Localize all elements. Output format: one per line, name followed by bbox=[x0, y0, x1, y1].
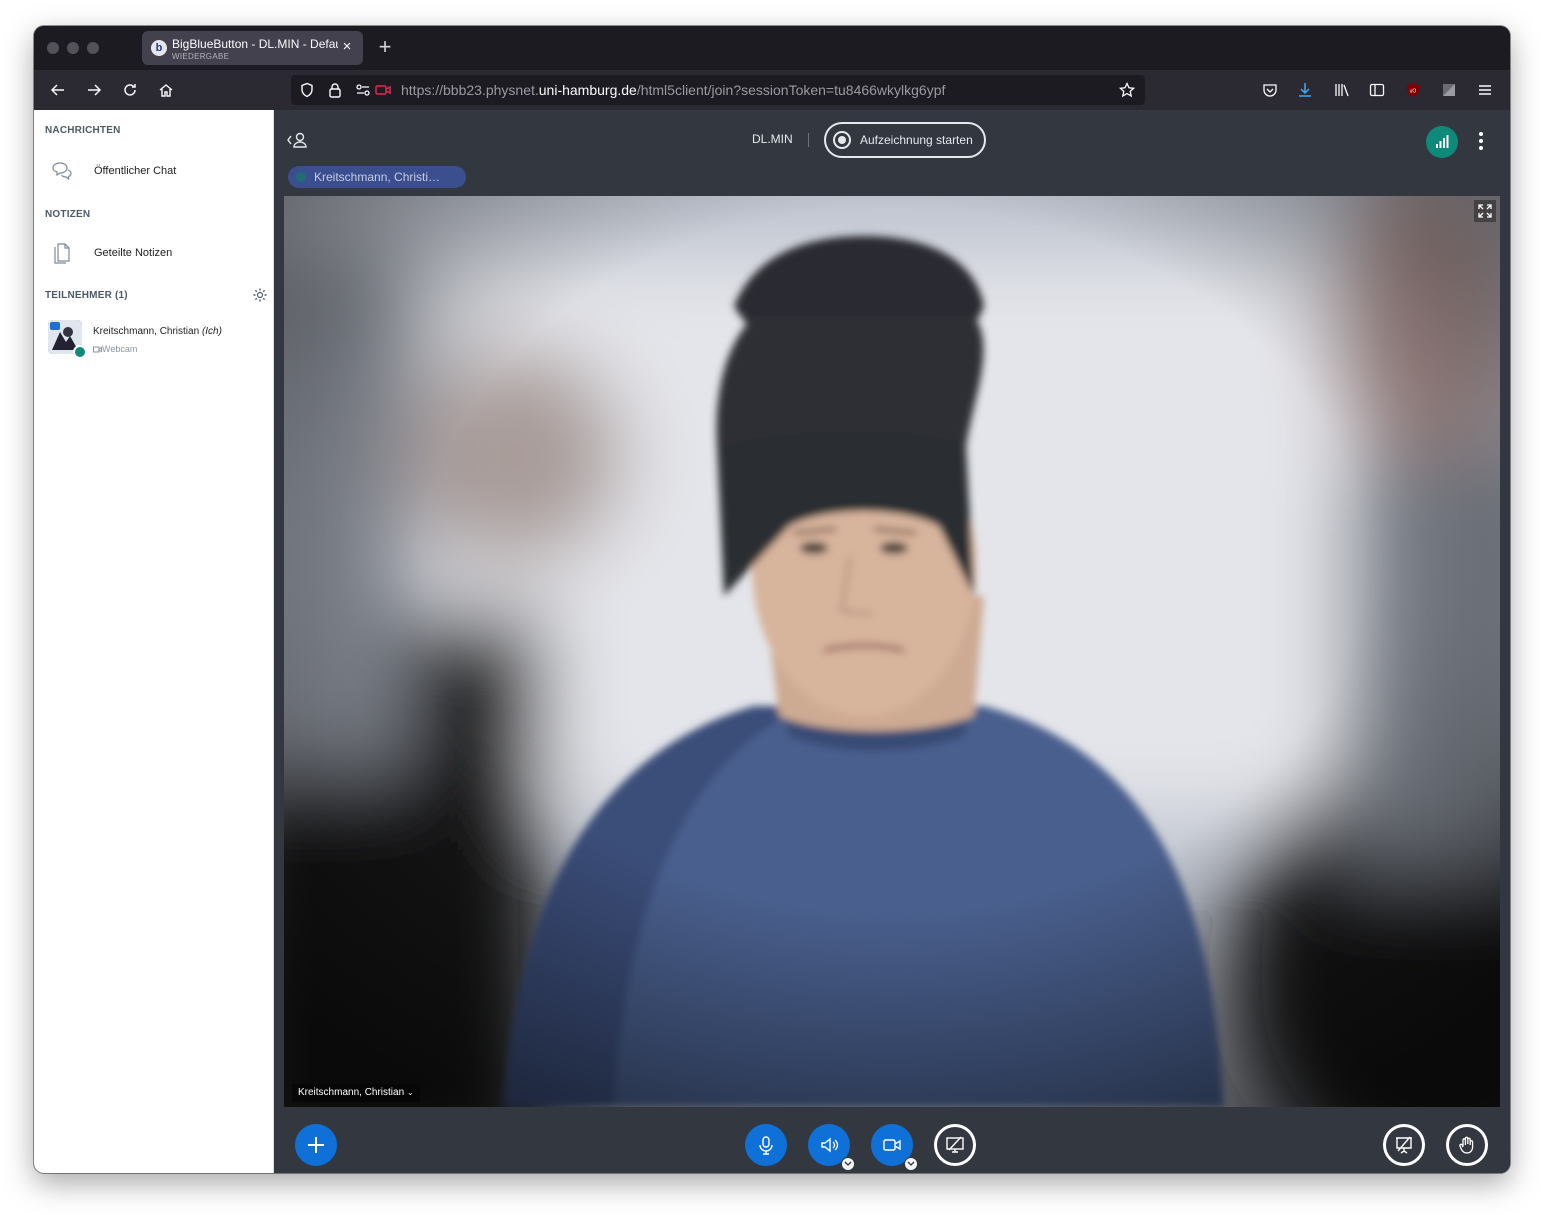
tab-close-icon[interactable]: × bbox=[339, 39, 355, 55]
minimize-window-button[interactable] bbox=[67, 42, 79, 54]
notes-document-icon bbox=[54, 243, 70, 264]
talking-dot bbox=[296, 172, 306, 182]
library-icon bbox=[1335, 84, 1349, 97]
shared-notes-label: Geteilte Notizen bbox=[94, 247, 173, 259]
video-camera-icon bbox=[883, 1139, 901, 1151]
plus-icon bbox=[308, 1137, 324, 1153]
more-options-button[interactable] bbox=[1474, 130, 1488, 152]
user-list-panel: NACHRICHTEN Öffentlicher Chat NOTIZEN Ge… bbox=[34, 110, 274, 1173]
navigation-bar: https://bbb23.physnet.uni-hamburg.de/htm… bbox=[34, 70, 1510, 110]
chevron-user-icon bbox=[287, 132, 307, 148]
screen-share-off-icon bbox=[946, 1136, 964, 1153]
permissions-icon[interactable] bbox=[355, 82, 371, 98]
start-recording-button[interactable]: Aufzeichnung starten bbox=[824, 122, 986, 158]
close-window-button[interactable] bbox=[47, 42, 59, 54]
sidebar-toggle-button[interactable] bbox=[1365, 78, 1389, 102]
participant-status: Webcam bbox=[93, 344, 137, 354]
pocket-icon bbox=[1263, 84, 1277, 97]
speaker-icon bbox=[821, 1137, 839, 1153]
action-bar bbox=[274, 1111, 1510, 1173]
presentation-off-icon bbox=[1396, 1136, 1412, 1154]
title-divider bbox=[808, 133, 809, 147]
share-screen-button[interactable] bbox=[934, 1124, 976, 1166]
extension-button[interactable] bbox=[1437, 78, 1461, 102]
microphone-icon bbox=[759, 1136, 773, 1155]
presentation-button[interactable] bbox=[1383, 1124, 1425, 1166]
webcam-user-label[interactable]: Kreitschmann, Christian ⌄ bbox=[292, 1084, 420, 1102]
signal-bars-icon bbox=[1436, 135, 1449, 148]
tab-title: BigBlueButton - DL.MIN - Default bbox=[172, 37, 338, 51]
actions-plus-button[interactable] bbox=[295, 1124, 337, 1166]
home-button[interactable] bbox=[154, 78, 178, 102]
talking-indicator-name: Kreitschmann, Christi… bbox=[314, 170, 441, 184]
webcam-video[interactable]: Kreitschmann, Christian ⌄ bbox=[284, 196, 1500, 1107]
connection-status-button[interactable] bbox=[1426, 126, 1458, 158]
shield-icon[interactable] bbox=[299, 82, 315, 98]
notes-header: NOTIZEN bbox=[45, 209, 91, 220]
arrow-left-icon bbox=[50, 84, 64, 96]
audio-options-chevron-icon[interactable] bbox=[841, 1157, 855, 1171]
ublock-extension-button[interactable]: uO bbox=[1401, 78, 1425, 102]
webcam-small-icon bbox=[93, 346, 102, 353]
public-chat-item[interactable]: Öffentlicher Chat bbox=[50, 152, 260, 190]
shared-notes-item[interactable]: Geteilte Notizen bbox=[50, 234, 260, 272]
toggle-user-list-button[interactable] bbox=[286, 129, 310, 151]
bookmark-star-icon[interactable] bbox=[1119, 82, 1135, 98]
hamburger-menu-icon bbox=[1479, 85, 1491, 95]
audio-button[interactable] bbox=[808, 1124, 855, 1171]
forward-button[interactable] bbox=[82, 78, 106, 102]
home-icon bbox=[159, 84, 173, 97]
new-tab-button[interactable]: + bbox=[374, 36, 396, 58]
url-text[interactable]: https://bbb23.physnet.uni-hamburg.de/htm… bbox=[401, 82, 945, 98]
app-menu-button[interactable] bbox=[1473, 78, 1497, 102]
meeting-top-bar: DL.MIN Aufzeichnung starten bbox=[274, 110, 1510, 168]
webcam-options-chevron-icon[interactable] bbox=[904, 1157, 918, 1171]
tab-strip: b BigBlueButton - DL.MIN - Default WIEDE… bbox=[34, 26, 1510, 70]
reload-button[interactable] bbox=[118, 78, 142, 102]
participant-list-item[interactable]: Kreitschmann, Christian (Ich) Webcam bbox=[48, 320, 270, 364]
bigbluebutton-favicon-icon: b bbox=[151, 40, 167, 56]
participants-header: TEILNEHMER (1) bbox=[45, 290, 128, 301]
meeting-title: DL.MIN bbox=[752, 132, 793, 146]
camera-in-use-icon[interactable] bbox=[375, 82, 391, 98]
raise-hand-button[interactable] bbox=[1446, 1124, 1488, 1166]
messages-header: NACHRICHTEN bbox=[45, 125, 121, 136]
webcam-frame-image bbox=[284, 196, 1500, 1107]
sidebar-icon bbox=[1369, 83, 1385, 97]
public-chat-label: Öffentlicher Chat bbox=[94, 165, 177, 177]
start-recording-label: Aufzeichnung starten bbox=[860, 133, 973, 147]
zoom-window-button[interactable] bbox=[87, 42, 99, 54]
downloads-button[interactable] bbox=[1293, 78, 1317, 102]
fullscreen-button[interactable] bbox=[1474, 200, 1496, 222]
hand-icon bbox=[1459, 1136, 1474, 1154]
extension-square-icon bbox=[1443, 84, 1455, 96]
expand-icon bbox=[1478, 204, 1492, 218]
pocket-button[interactable] bbox=[1258, 78, 1282, 102]
meeting-main-area: DL.MIN Aufzeichnung starten Kreitschmann… bbox=[274, 110, 1510, 1173]
svg-text:uO: uO bbox=[1410, 89, 1417, 95]
reload-icon bbox=[124, 84, 136, 96]
ublock-shield-icon: uO bbox=[1407, 83, 1419, 97]
record-icon bbox=[833, 131, 851, 149]
browser-tab[interactable]: b BigBlueButton - DL.MIN - Default WIEDE… bbox=[142, 31, 363, 65]
browser-window: b BigBlueButton - DL.MIN - Default WIEDE… bbox=[34, 26, 1510, 1173]
address-bar[interactable]: https://bbb23.physnet.uni-hamburg.de/htm… bbox=[291, 75, 1145, 105]
participant-name: Kreitschmann, Christian (Ich) bbox=[93, 326, 222, 337]
webcam-button[interactable] bbox=[871, 1124, 918, 1171]
back-button[interactable] bbox=[46, 78, 70, 102]
tab-playback-label: WIEDERGABE bbox=[172, 52, 230, 61]
chevron-down-icon: ⌄ bbox=[406, 1088, 414, 1097]
chat-bubbles-icon bbox=[52, 162, 72, 181]
microphone-button[interactable] bbox=[745, 1124, 787, 1166]
arrow-right-icon bbox=[88, 84, 102, 96]
microphone-status-badge bbox=[73, 345, 87, 359]
talking-indicator[interactable]: Kreitschmann, Christi… bbox=[288, 166, 466, 188]
library-button[interactable] bbox=[1330, 78, 1354, 102]
lock-icon[interactable] bbox=[327, 82, 343, 98]
page-content: NACHRICHTEN Öffentlicher Chat NOTIZEN Ge… bbox=[34, 110, 1510, 1173]
download-icon bbox=[1299, 83, 1311, 97]
participants-settings-gear-icon[interactable] bbox=[252, 287, 268, 303]
